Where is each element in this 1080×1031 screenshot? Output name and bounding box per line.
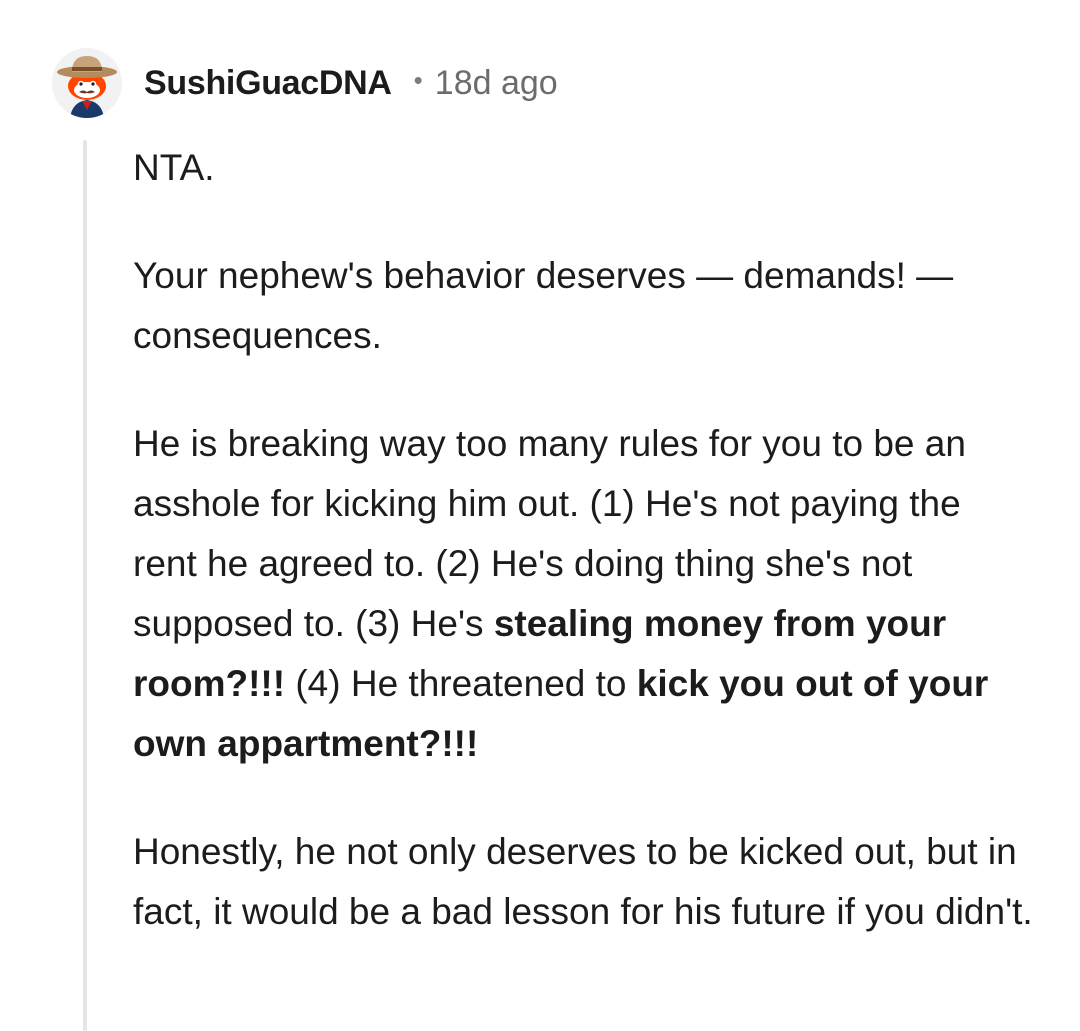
text-segment: Your nephew's behavior deserves — demand…	[133, 255, 954, 356]
comment-paragraph: NTA.	[133, 138, 1033, 198]
comment-paragraph: Your nephew's behavior deserves — demand…	[133, 246, 1033, 366]
snoo-cowboy-avatar-icon	[52, 48, 122, 118]
avatar[interactable]	[52, 48, 122, 118]
text-segment: NTA.	[133, 147, 215, 188]
comment-paragraph: He is breaking way too many rules for yo…	[133, 414, 1033, 774]
separator-dot: •	[413, 64, 423, 95]
comment-age[interactable]: 18d ago	[435, 64, 558, 103]
comment-header: SushiGuacDNA • 18d ago	[52, 44, 558, 122]
author-username[interactable]: SushiGuacDNA	[144, 64, 392, 103]
comment-paragraph: Honestly, he not only deserves to be kic…	[133, 822, 1033, 942]
comment: SushiGuacDNA • 18d ago NTA. Your nephew's…	[0, 0, 1080, 1031]
comment-body: NTA. Your nephew's behavior deserves — de…	[133, 138, 1033, 990]
text-segment: Honestly, he not only deserves to be kic…	[133, 831, 1033, 932]
text-segment: (4) He threatened to	[285, 663, 637, 704]
thread-line[interactable]	[83, 140, 87, 1031]
